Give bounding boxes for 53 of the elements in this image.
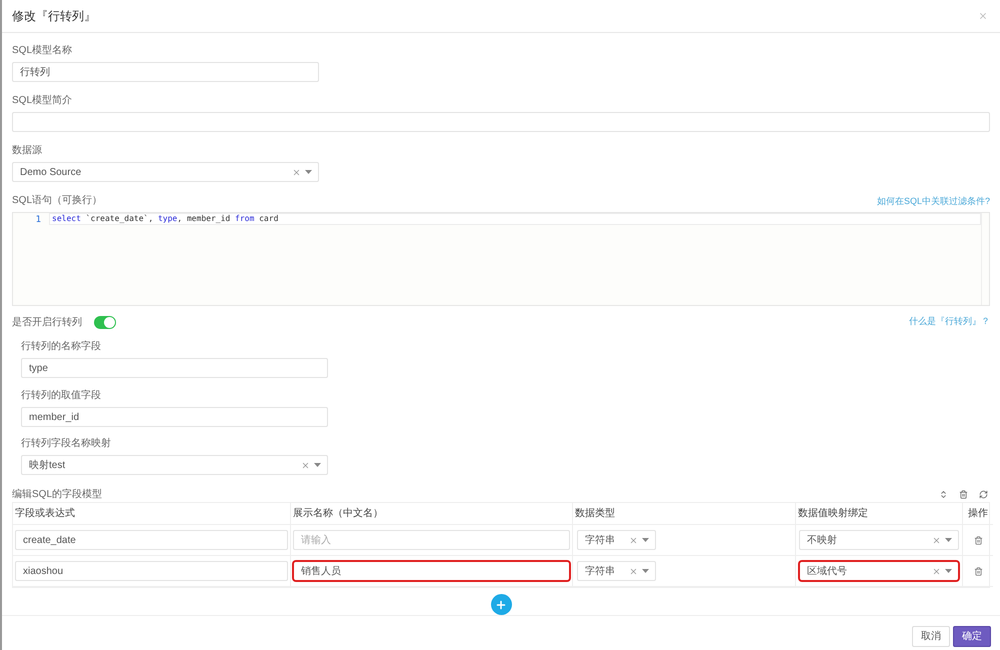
plus-icon — [495, 598, 507, 610]
confirm-button[interactable]: 确定 — [953, 626, 991, 647]
column-header: 数据值映射绑定 — [796, 503, 963, 525]
caret-icon[interactable] — [642, 538, 649, 542]
column-header: 操作 — [963, 503, 993, 525]
refresh-icon[interactable] — [979, 490, 988, 498]
cancel-button[interactable]: 取消 — [912, 626, 950, 647]
input-field[interactable]: 销售人员 — [293, 561, 570, 581]
caret-icon[interactable] — [945, 569, 952, 573]
delete-icon[interactable] — [974, 536, 982, 544]
add-button[interactable] — [490, 594, 512, 615]
toggle-switch[interactable] — [94, 316, 116, 328]
field-label: 行转列的取值字段 — [21, 389, 102, 403]
caret-icon[interactable] — [314, 463, 321, 467]
select-field[interactable]: 字符串 — [577, 530, 656, 550]
clear-icon[interactable] — [932, 566, 941, 576]
column-header: 数据类型 — [573, 503, 796, 525]
input-field[interactable]: create_date — [15, 530, 288, 550]
caret-icon[interactable] — [642, 569, 649, 573]
input-field[interactable] — [12, 112, 990, 132]
select-field[interactable]: 映射test — [21, 455, 328, 475]
delete-icon[interactable] — [974, 566, 982, 576]
field-label: 行转列的名称字段 — [21, 340, 102, 354]
caret-icon[interactable] — [305, 170, 312, 174]
caret-icon[interactable] — [945, 538, 952, 542]
input-field[interactable]: 行转列 — [12, 62, 319, 82]
clear-icon[interactable] — [629, 566, 638, 576]
dialog-title: 修改『行转列』 — [12, 8, 97, 25]
input-field[interactable]: xiaoshou — [15, 561, 288, 581]
field-label: SQL语句（可换行） — [12, 194, 104, 208]
clear-icon[interactable] — [629, 536, 638, 544]
sort-icon[interactable] — [939, 490, 948, 498]
input-field[interactable]: member_id — [21, 407, 328, 427]
input-field[interactable]: type — [21, 358, 328, 378]
field-label: 数据源 — [12, 144, 43, 158]
trash-icon[interactable] — [959, 490, 968, 498]
code-editor[interactable]: 1 select `create_date`, type, member_id from card — [12, 212, 990, 306]
field-label: SQL模型名称 — [12, 44, 74, 58]
field-label: SQL模型简介 — [12, 94, 74, 108]
close-icon[interactable] — [978, 11, 988, 21]
select-field[interactable]: 区域代号 — [799, 561, 959, 581]
clear-icon[interactable] — [932, 536, 941, 544]
column-header: 展示名称（中文名） — [291, 503, 573, 525]
column-header: 字段或表达式 — [13, 503, 291, 525]
clear-icon[interactable] — [301, 460, 310, 470]
select-field[interactable]: Demo Source — [12, 162, 319, 182]
clear-icon[interactable] — [292, 168, 301, 176]
select-field[interactable]: 不映射 — [799, 530, 959, 550]
field-label: 行转列字段名称映射 — [21, 437, 112, 451]
line-number: 1 — [36, 214, 41, 226]
toggle-label: 是否开启行转列 — [12, 316, 82, 330]
select-field[interactable]: 字符串 — [577, 561, 656, 581]
section-title: 编辑SQL的字段模型 — [12, 488, 104, 502]
